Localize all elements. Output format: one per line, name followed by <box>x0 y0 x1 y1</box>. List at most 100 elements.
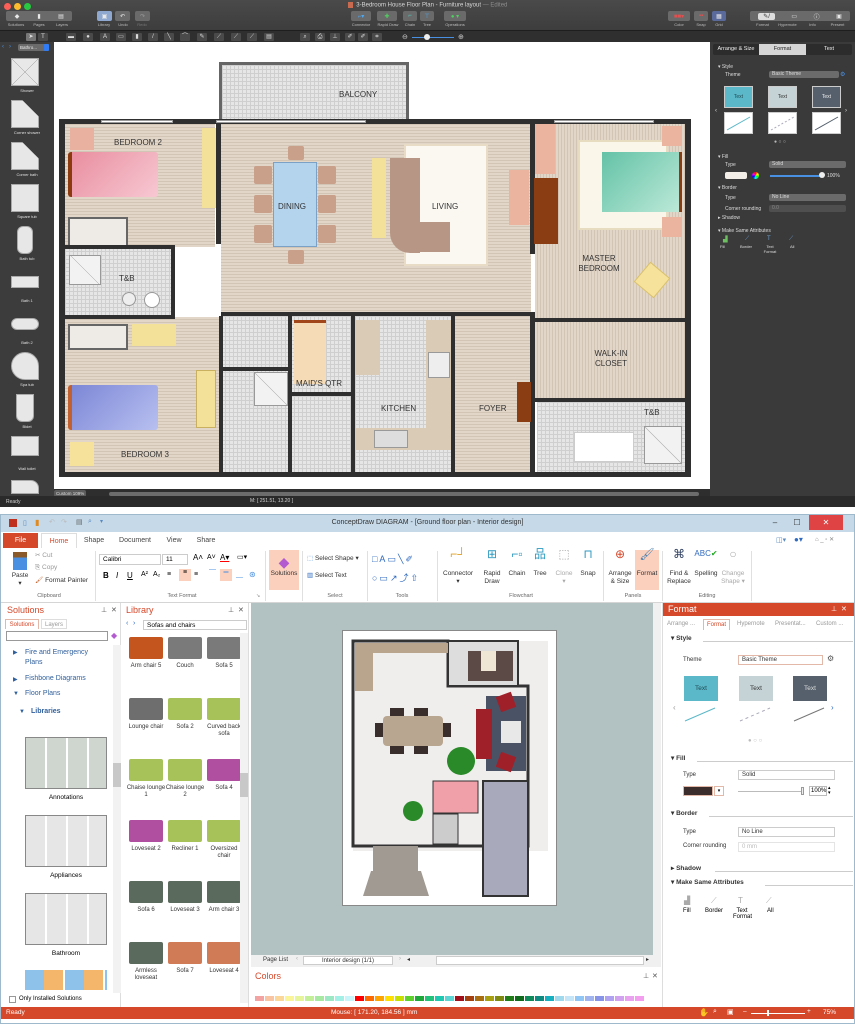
drawing-tools-row-2[interactable]: ○▭↗⤴⇧ <box>372 571 420 584</box>
make-same-text-format-icon[interactable]: T <box>738 896 743 905</box>
solution-item-fishbone[interactable]: Fishbone Diagrams <box>25 675 86 682</box>
library-next-icon[interactable]: › <box>9 44 11 50</box>
prev-page-icon[interactable]: ‹ <box>296 956 298 962</box>
fill-type-select[interactable]: Solid <box>769 161 846 168</box>
color-swatch[interactable] <box>525 996 534 1001</box>
color-swatch[interactable] <box>365 996 374 1001</box>
color-swatch[interactable] <box>415 996 424 1001</box>
library-prev-icon[interactable]: ‹ <box>2 44 4 50</box>
text-a-tool-icon[interactable]: A <box>100 33 110 41</box>
opacity-input[interactable]: 100% <box>809 786 827 796</box>
drawing-canvas[interactable] <box>251 603 661 955</box>
close-panel-icon[interactable]: ✕ <box>238 606 244 614</box>
opacity-spinner[interactable]: ▴ ▾ <box>828 786 831 796</box>
fill-color-dropdown[interactable]: ▾ <box>714 786 724 796</box>
theme-sample-3[interactable]: Text <box>793 676 827 701</box>
cut-button[interactable]: ✂ Cut <box>35 552 52 560</box>
text-tool-icon[interactable]: T <box>38 33 48 41</box>
pen-tool-icon[interactable]: ✎ <box>197 33 207 41</box>
color-swatch[interactable] <box>325 996 334 1001</box>
zoom-tool-icon[interactable]: ⌕ <box>300 33 310 41</box>
color-swatch[interactable] <box>465 996 474 1001</box>
opacity-slider[interactable] <box>738 791 803 792</box>
connector-button[interactable]: ⌐┘ Connector ▾ <box>441 548 475 586</box>
tab-hypernote[interactable]: Hypernote <box>737 621 765 627</box>
color-swatch[interactable] <box>495 996 504 1001</box>
shadow-section-header[interactable]: ▸ Shadow <box>718 215 740 221</box>
color-swatch[interactable] <box>265 996 274 1001</box>
ellipse-tool-icon[interactable]: ● <box>83 33 93 41</box>
library-scrollbar-thumb[interactable] <box>240 773 248 797</box>
theme-select[interactable]: Basic Theme <box>738 655 823 665</box>
horizontal-scrollbar[interactable] <box>436 956 644 965</box>
make-same-fill-icon[interactable]: ▟ <box>684 896 690 905</box>
help-icon[interactable]: ●▾ <box>794 535 803 544</box>
library-item[interactable]: Loveseat 4 <box>204 940 244 990</box>
theme-sample-2[interactable]: Text <box>768 86 797 108</box>
theme-select[interactable]: Basic Theme <box>769 71 839 78</box>
pin-icon[interactable]: ⊥ <box>831 605 837 613</box>
arc-tool-icon[interactable]: ⌒ <box>180 33 190 41</box>
minimize-button[interactable]: – <box>765 515 785 530</box>
corner-rounding-select[interactable]: 0 mm <box>738 842 835 852</box>
pagination-dots[interactable]: ● ○ ○ <box>748 738 762 744</box>
zoom-in-icon[interactable]: ⊕ <box>458 33 464 41</box>
shadow-section-header[interactable]: ▸ Shadow <box>671 864 701 872</box>
color-swatch[interactable] <box>535 996 544 1001</box>
line-samples[interactable] <box>683 705 833 725</box>
libraries-header[interactable]: Libraries <box>31 708 61 715</box>
make-same-section-header[interactable]: ▾ Make Same Attributes <box>671 878 744 886</box>
bezier-tool-icon[interactable]: ⟋ <box>214 33 224 41</box>
pages-icon[interactable]: ▮ <box>28 13 50 20</box>
border-type-select[interactable]: No Line <box>769 194 846 201</box>
change-shape-button[interactable]: ○ Change Shape ▾ <box>720 548 746 586</box>
shrink-font-icon[interactable]: A˅ <box>207 554 216 561</box>
library-next-icon[interactable]: › <box>133 620 135 627</box>
font-color-icon[interactable]: A▾ <box>220 553 229 562</box>
color-swatch[interactable] <box>345 996 354 1001</box>
next-page-icon[interactable]: › <box>399 956 401 962</box>
select-shape-button[interactable]: ⬚ Select Shape ▾ <box>307 555 359 563</box>
color-swatch[interactable] <box>625 996 634 1001</box>
color-swatch[interactable] <box>425 996 434 1001</box>
color-swatch[interactable] <box>565 996 574 1001</box>
library-dropdown-arrow-icon[interactable] <box>44 44 49 51</box>
page-select[interactable]: Interior design (1/1) <box>303 956 393 965</box>
color-swatch[interactable] <box>485 996 494 1001</box>
brush-tool-icon[interactable]: ✐ <box>358 33 368 41</box>
solutions-scrollbar-thumb[interactable] <box>113 763 121 787</box>
align-top-icon[interactable]: ⎺ <box>209 570 216 578</box>
freehand-tool-icon[interactable]: ⟋ <box>247 33 257 41</box>
tree-button[interactable]: 品 Tree <box>529 548 551 578</box>
opacity-slider[interactable] <box>770 175 820 177</box>
superscript-icon[interactable]: A² <box>141 571 148 578</box>
solutions-search-icon[interactable]: ◆ <box>111 631 117 640</box>
library-dropdown[interactable]: Sofas and chairs <box>143 620 247 630</box>
library-item[interactable]: Couch <box>165 635 205 685</box>
zoom-slider-handle[interactable] <box>424 34 430 40</box>
library-item[interactable]: Sofa 4 <box>204 757 244 807</box>
bath-1-shape[interactable] <box>11 276 39 288</box>
present-icon[interactable]: ▣ <box>836 13 842 20</box>
expand-icon[interactable]: ▶ <box>13 676 18 683</box>
fill-section-header[interactable]: ▾ Fill <box>718 154 728 160</box>
color-swatch[interactable] <box>275 996 284 1001</box>
fill-color-swatch[interactable] <box>683 786 713 796</box>
tab-custom[interactable]: Custom ... <box>816 621 843 627</box>
info-icon[interactable]: ⓘ <box>814 12 820 21</box>
text-background-icon[interactable]: ▭▾ <box>237 553 247 561</box>
eyedropper-tool-icon[interactable]: ✐ <box>345 33 355 41</box>
theme-sample-2[interactable]: Text <box>739 676 773 701</box>
copy-button[interactable]: ⎘ Copy <box>35 564 57 572</box>
solutions-scrollbar[interactable] <box>113 645 121 993</box>
theme-settings-icon[interactable]: ⚙ <box>827 654 834 663</box>
image-tool-icon[interactable]: ▤ <box>264 33 274 41</box>
undo-button[interactable]: ↶ <box>115 11 130 21</box>
color-button[interactable]: ■■▾ <box>668 11 690 21</box>
collapse-icon[interactable]: ▼ <box>19 709 25 715</box>
library-item[interactable]: Recliner 1 <box>165 818 205 868</box>
make-same-fill-icon[interactable]: ▟ <box>723 236 728 243</box>
color-swatch[interactable] <box>335 996 344 1001</box>
redo-button[interactable]: ↷ <box>135 11 150 21</box>
tab-text[interactable]: Text <box>806 44 852 55</box>
